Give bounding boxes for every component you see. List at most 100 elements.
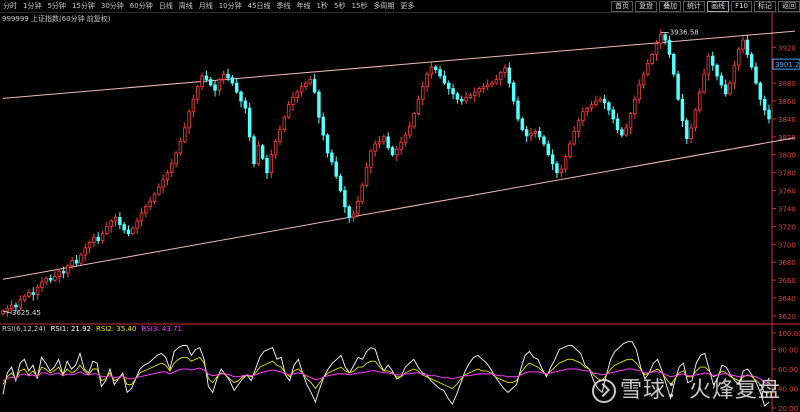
candle-body-169 (732, 64, 737, 84)
candle-body-115 (498, 71, 503, 80)
candle-body-166 (719, 75, 724, 86)
candle-body-66 (286, 104, 291, 118)
rsi-tick-label-3: 80.00 (778, 347, 798, 355)
candle-body-26 (113, 217, 118, 222)
candle-body-177 (767, 109, 771, 120)
candle-body-100 (434, 66, 438, 71)
candle-body-80 (347, 206, 351, 218)
candle-body-119 (516, 100, 520, 120)
candle-body-156 (676, 73, 680, 100)
candle-body-112 (485, 84, 490, 88)
candle-body-151 (654, 43, 659, 55)
candle-body-65 (282, 116, 287, 131)
candle-body-3 (14, 304, 18, 308)
candle-body-70 (304, 82, 308, 88)
candle-body-135 (585, 107, 589, 113)
candle-body-162 (702, 73, 706, 93)
candle-body-9 (40, 281, 44, 288)
candle-body-41 (178, 140, 183, 154)
candle-body-133 (576, 120, 581, 132)
candle-body-31 (135, 220, 139, 229)
candle-body-99 (429, 66, 434, 75)
candle-body-105 (455, 93, 460, 100)
candle-body-14 (61, 270, 66, 274)
candle-body-124 (537, 131, 542, 138)
price-tick-label-1: 3640 (778, 295, 796, 303)
candle-body-147 (637, 84, 641, 100)
candle-body-81 (351, 213, 356, 218)
candle-body-96 (416, 98, 421, 114)
candle-body-163 (706, 55, 711, 75)
trendline-1 (2, 137, 796, 280)
candle-body-93 (403, 134, 408, 143)
candle-body-64 (278, 129, 282, 142)
price-tick-label-12: 3860 (778, 98, 796, 106)
candle-body-49 (213, 84, 217, 91)
candle-body-95 (412, 113, 416, 127)
candle-body-141 (611, 109, 615, 120)
candle-body-37 (161, 179, 165, 188)
rsi2-value: RSI2: 35.40 (96, 325, 137, 333)
candle-body-150 (650, 54, 654, 64)
candle-body-12 (53, 276, 57, 281)
candle-body-164 (710, 55, 715, 66)
candle-body-4 (18, 299, 23, 308)
last-price-label: 3901.2 (775, 61, 800, 69)
snowball-logo-icon (592, 379, 616, 403)
candle-body-122 (529, 132, 533, 137)
candle-body-73 (317, 91, 321, 118)
candle-body-50 (217, 79, 222, 91)
candle-body-25 (109, 220, 113, 227)
candle-body-48 (208, 79, 213, 86)
candle-body-75 (325, 134, 330, 154)
candle-body-114 (494, 79, 499, 84)
candle-body-47 (204, 75, 209, 80)
candle-body-167 (723, 84, 728, 95)
candle-body-174 (754, 66, 758, 84)
candle-body-57 (247, 107, 252, 138)
candle-body-170 (736, 48, 741, 66)
candle-body-19 (83, 247, 87, 256)
candle-body-121 (524, 129, 529, 137)
candle-body-148 (641, 73, 646, 86)
candle-body-136 (589, 104, 594, 109)
candle-body-30 (131, 227, 135, 234)
candle-body-84 (364, 166, 369, 186)
candle-body-107 (464, 97, 468, 102)
candle-body-58 (252, 136, 256, 165)
candle-body-154 (667, 39, 672, 55)
candle-body-175 (758, 82, 763, 100)
candle-body-78 (338, 175, 343, 191)
candle-body-104 (451, 88, 455, 95)
candle-body-168 (728, 82, 732, 95)
candle-body-165 (715, 64, 719, 77)
candle-body-118 (511, 82, 516, 102)
candle-body-103 (447, 82, 451, 89)
candle-body-138 (598, 98, 602, 102)
candle-body-123 (533, 131, 538, 134)
candle-body-82 (356, 200, 360, 215)
candle-body-1 (5, 308, 10, 312)
candle-body-72 (312, 79, 317, 93)
candle-body-35 (152, 193, 157, 202)
candle-body-158 (685, 120, 689, 140)
candle-body-63 (273, 140, 278, 156)
watermark-text: 雪球：火烽复盘 (620, 378, 782, 403)
candle-body-117 (507, 67, 512, 84)
candle-body-155 (672, 54, 676, 75)
candle-body-44 (191, 98, 196, 113)
candle-body-130 (563, 156, 568, 170)
chart-canvas[interactable]: 3620 3640 3660 3680 3700 3720 3740 3760 3780 3800… (0, 0, 800, 412)
candle-body-94 (408, 125, 412, 136)
candle-body-91 (395, 148, 399, 156)
candle-body-28 (122, 224, 126, 231)
price-tick-label-3: 3680 (778, 259, 796, 267)
candle-body-142 (615, 118, 620, 131)
trendline-0 (2, 30, 796, 99)
candle-body-54 (234, 82, 239, 93)
candle-body-79 (343, 190, 347, 208)
candle-body-46 (200, 75, 204, 88)
price-tick-label-7: 3760 (778, 188, 796, 196)
candle-body-76 (330, 152, 334, 163)
candle-body-120 (520, 118, 525, 131)
